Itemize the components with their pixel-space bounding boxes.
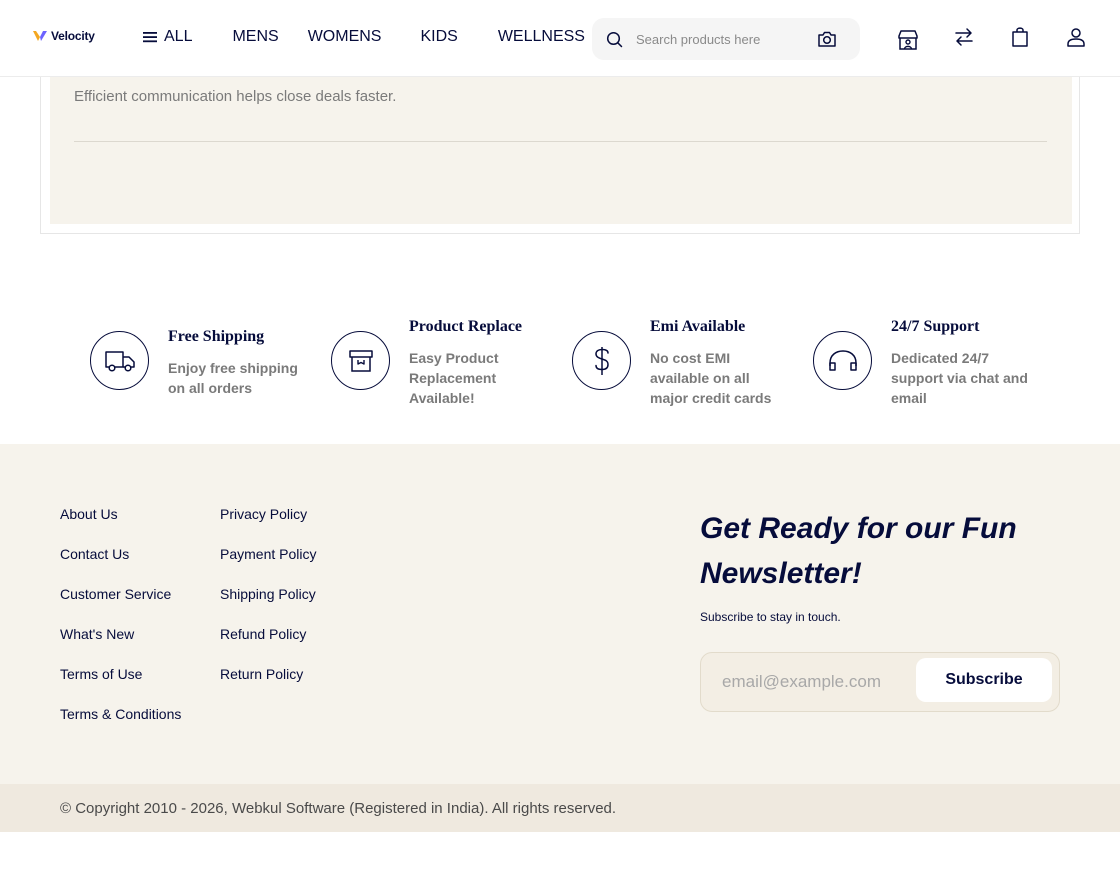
footer-link-whats-new[interactable]: What's New xyxy=(60,624,181,664)
feature-icon-circle xyxy=(331,331,390,390)
site-header: Velocity ALL MENS WOMENS KIDS WELLNESS xyxy=(0,0,1120,77)
headphones-icon xyxy=(828,349,857,371)
nav-item-wellness[interactable]: WELLNESS xyxy=(498,27,585,47)
user-icon[interactable] xyxy=(1064,25,1088,49)
hamburger-icon xyxy=(143,32,157,43)
footer-link-terms-conditions[interactable]: Terms & Conditions xyxy=(60,704,181,744)
divider xyxy=(74,141,1047,142)
site-footer: About Us Contact Us Customer Service Wha… xyxy=(0,444,1120,784)
search-bar xyxy=(592,18,860,60)
search-input[interactable] xyxy=(636,29,806,49)
nav-item-all[interactable]: ALL xyxy=(142,27,192,47)
feature-desc: Enjoy free shipping on all orders xyxy=(168,360,298,396)
feature-title: 24/7 Support xyxy=(891,318,980,335)
nav-label: WELLNESS xyxy=(497,28,585,45)
review-text: Efficient communication helps close deal… xyxy=(74,88,397,105)
dollar-icon xyxy=(594,346,609,375)
logo-text: Velocity xyxy=(51,29,95,43)
feature-title: Free Shipping xyxy=(168,328,265,345)
footer-link-shipping-policy[interactable]: Shipping Policy xyxy=(220,584,316,624)
newsletter-email-input[interactable] xyxy=(722,671,902,693)
feature-icon-circle xyxy=(572,331,631,390)
footer-links-col1: About Us Contact Us Customer Service Wha… xyxy=(60,504,181,744)
nav-item-kids[interactable]: KIDS xyxy=(420,27,457,47)
velocity-logo-icon xyxy=(33,31,47,41)
newsletter-form: Subscribe xyxy=(700,652,1060,712)
swap-arrows-icon[interactable] xyxy=(952,25,976,49)
box-icon xyxy=(348,349,373,372)
feature-desc: No cost EMI available on all major credi… xyxy=(650,350,772,406)
footer-link-return-policy[interactable]: Return Policy xyxy=(220,664,316,704)
feature-title: Emi Available xyxy=(650,318,746,335)
subscribe-button[interactable]: Subscribe xyxy=(916,658,1052,702)
newsletter-title: Get Ready for our Fun Newsletter! xyxy=(700,512,1017,590)
footer-links-col2: Privacy Policy Payment Policy Shipping P… xyxy=(220,504,316,704)
footer-link-refund-policy[interactable]: Refund Policy xyxy=(220,624,316,664)
feature-icon-circle xyxy=(90,331,149,390)
shopping-bag-icon[interactable] xyxy=(1008,25,1032,49)
copyright-text: © Copyright 2010 - 2026, Webkul Software… xyxy=(60,800,617,817)
footer-link-terms-of-use[interactable]: Terms of Use xyxy=(60,664,181,704)
review-card: Efficient communication helps close deal… xyxy=(40,60,1080,234)
nav-label: MENS xyxy=(232,28,279,45)
footer-link-privacy-policy[interactable]: Privacy Policy xyxy=(220,504,316,544)
copyright-bar: © Copyright 2010 - 2026, Webkul Software… xyxy=(0,784,1120,832)
footer-link-payment-policy[interactable]: Payment Policy xyxy=(220,544,316,584)
nav-item-mens[interactable]: MENS xyxy=(232,27,278,47)
feature-desc: Dedicated 24/7 support via chat and emai… xyxy=(891,350,1028,406)
nav-label: KIDS xyxy=(420,28,458,45)
camera-icon[interactable] xyxy=(817,30,837,48)
nav-label: ALL xyxy=(164,28,193,45)
feature-icon-circle xyxy=(813,331,872,390)
footer-link-customer-service[interactable]: Customer Service xyxy=(60,584,181,624)
logo[interactable]: Velocity xyxy=(32,28,95,44)
newsletter-subtitle: Subscribe to stay in touch. xyxy=(700,610,841,624)
footer-link-contact-us[interactable]: Contact Us xyxy=(60,544,181,584)
main-nav: ALL MENS WOMENS KIDS WELLNESS xyxy=(142,27,585,47)
truck-icon xyxy=(104,350,135,372)
feature-title: Product Replace xyxy=(409,318,523,335)
review-card-body: Efficient communication helps close deal… xyxy=(50,60,1072,224)
nav-label: WOMENS xyxy=(307,28,382,45)
compare-store-icon[interactable] xyxy=(896,28,920,52)
nav-item-womens[interactable]: WOMENS xyxy=(308,27,382,47)
footer-link-about-us[interactable]: About Us xyxy=(60,504,181,544)
search-icon[interactable] xyxy=(606,31,623,48)
feature-desc: Easy Product Replacement Available! xyxy=(409,350,499,406)
